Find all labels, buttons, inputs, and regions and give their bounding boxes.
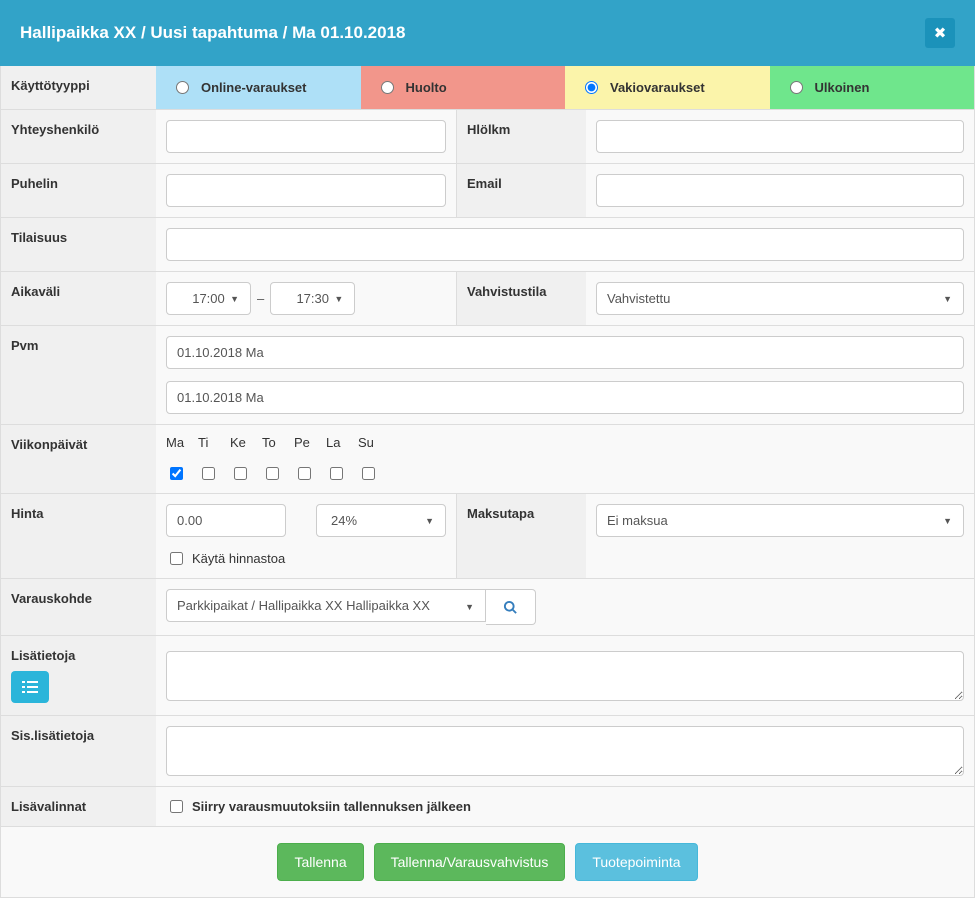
dialog-header: Hallipaikka XX / Uusi tapahtuma / Ma 01.… [0, 0, 975, 66]
weekdays-block: Ma Ti Ke To Pe La Su [166, 435, 382, 483]
usage-type-standing-label: Vakiovaraukset [610, 80, 705, 95]
wd-head-la: La [326, 435, 350, 450]
goto-changes-checkbox[interactable] [170, 800, 183, 813]
usage-type-standing-radio[interactable] [585, 81, 598, 94]
label-confirm-state: Vahvistustila [456, 272, 586, 325]
wd-head-ke: Ke [230, 435, 254, 450]
usage-type-online-label: Online-varaukset [201, 80, 307, 95]
goto-changes-label: Siirry varausmuutoksiin tallennuksen jäl… [192, 799, 471, 814]
label-date: Pvm [1, 326, 156, 424]
wd-check-pe[interactable] [298, 467, 311, 480]
usage-type-external-label: Ulkoinen [815, 80, 870, 95]
label-internal-info: Sis.lisätietoja [1, 716, 156, 786]
list-icon [22, 680, 38, 694]
price-input[interactable] [166, 504, 286, 537]
usage-type-online[interactable]: Online-varaukset [156, 66, 361, 109]
event-dialog: Hallipaikka XX / Uusi tapahtuma / Ma 01.… [0, 0, 975, 898]
usage-type-online-radio[interactable] [176, 81, 189, 94]
label-event: Tilaisuus [1, 218, 156, 271]
payment-select[interactable]: Ei maksua [596, 504, 964, 537]
wd-head-ma: Ma [166, 435, 190, 450]
close-button[interactable]: ✖ [925, 18, 955, 48]
usage-type-maintenance-label: Huolto [406, 80, 447, 95]
label-usage-type: Käyttötyyppi [1, 66, 156, 109]
email-input[interactable] [596, 174, 964, 207]
usage-type-maintenance[interactable]: Huolto [361, 66, 566, 109]
time-separator: – [257, 291, 264, 306]
internal-info-textarea[interactable] [166, 726, 964, 776]
use-pricelist-checkbox[interactable] [170, 552, 183, 565]
confirm-state-select[interactable]: Vahvistettu [596, 282, 964, 315]
more-info-textarea[interactable] [166, 651, 964, 701]
wd-check-ke[interactable] [234, 467, 247, 480]
wd-check-su[interactable] [362, 467, 375, 480]
label-target: Varauskohde [1, 579, 156, 635]
label-more-info: Lisätietoja [11, 648, 75, 663]
label-email: Email [456, 164, 586, 217]
row-price-payment: Hinta 24% Käytä hinnastoa Maksutapa [1, 494, 974, 579]
weekdays-checks [166, 464, 382, 483]
usage-type-standing[interactable]: Vakiovaraukset [565, 66, 770, 109]
label-persons: Hlölkm [456, 110, 586, 163]
row-usage-type: Käyttötyyppi Online-varaukset Huolto Vak… [1, 66, 974, 110]
dialog-title: Hallipaikka XX / Uusi tapahtuma / Ma 01.… [20, 23, 406, 43]
usage-type-external-radio[interactable] [790, 81, 803, 94]
product-pick-button[interactable]: Tuotepoiminta [575, 843, 697, 881]
event-input[interactable] [166, 228, 964, 261]
label-weekdays: Viikonpäivät [1, 425, 156, 493]
row-date: Pvm [1, 326, 974, 425]
row-interval-confirm: Aikaväli 17:00 – 17:30 Vahvistustila [1, 272, 974, 326]
wd-check-to[interactable] [266, 467, 279, 480]
wd-head-su: Su [358, 435, 382, 450]
use-pricelist-label: Käytä hinnastoa [192, 551, 285, 566]
label-price: Hinta [1, 494, 156, 578]
wd-check-la[interactable] [330, 467, 343, 480]
wd-check-ma[interactable] [170, 467, 183, 480]
time-to-select[interactable]: 17:30 [270, 282, 355, 315]
save-confirm-button[interactable]: Tallenna/Varausvahvistus [374, 843, 566, 881]
close-icon: ✖ [934, 25, 947, 42]
vat-select[interactable]: 24% [316, 504, 446, 537]
label-payment: Maksutapa [456, 494, 586, 578]
row-internal-info: Sis.lisätietoja [1, 716, 974, 787]
date-from-input[interactable] [166, 336, 964, 369]
row-target: Varauskohde Parkkipaikat / Hallipaikka X… [1, 579, 974, 636]
contact-input[interactable] [166, 120, 446, 153]
usage-type-tabs: Online-varaukset Huolto Vakiovaraukset U… [156, 66, 974, 109]
save-button[interactable]: Tallenna [277, 843, 363, 881]
weekdays-head: Ma Ti Ke To Pe La Su [166, 435, 382, 450]
wd-head-to: To [262, 435, 286, 450]
row-more-info: Lisätietoja [1, 636, 974, 716]
more-info-list-button[interactable] [11, 671, 49, 703]
form-body: Käyttötyyppi Online-varaukset Huolto Vak… [0, 66, 975, 898]
wd-head-ti: Ti [198, 435, 222, 450]
usage-type-external[interactable]: Ulkoinen [770, 66, 975, 109]
label-extra: Lisävalinnat [1, 787, 156, 826]
usage-type-maintenance-radio[interactable] [381, 81, 394, 94]
search-icon [503, 600, 518, 615]
persons-input[interactable] [596, 120, 964, 153]
row-phone-email: Puhelin Email [1, 164, 974, 218]
row-extra: Lisävalinnat Siirry varausmuutoksiin tal… [1, 787, 974, 827]
label-contact: Yhteyshenkilö [1, 110, 156, 163]
row-weekdays: Viikonpäivät Ma Ti Ke To Pe La Su [1, 425, 974, 494]
phone-input[interactable] [166, 174, 446, 207]
row-contact-persons: Yhteyshenkilö Hlölkm [1, 110, 974, 164]
time-from-select[interactable]: 17:00 [166, 282, 251, 315]
row-event: Tilaisuus [1, 218, 974, 272]
label-phone: Puhelin [1, 164, 156, 217]
wd-head-pe: Pe [294, 435, 318, 450]
wd-check-ti[interactable] [202, 467, 215, 480]
target-search-button[interactable] [486, 589, 536, 625]
target-select[interactable]: Parkkipaikat / Hallipaikka XX Hallipaikk… [166, 589, 486, 622]
label-interval: Aikaväli [1, 272, 156, 325]
date-to-input[interactable] [166, 381, 964, 414]
footer-buttons: Tallenna Tallenna/Varausvahvistus Tuotep… [1, 827, 974, 897]
